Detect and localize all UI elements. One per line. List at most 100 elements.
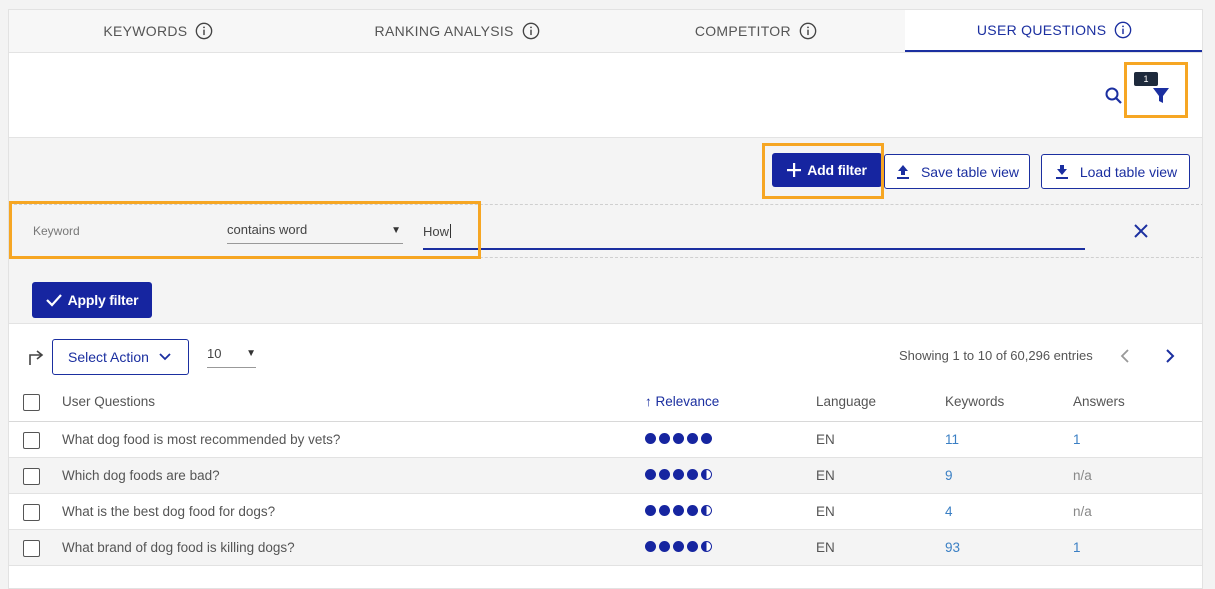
relevance-dot-full: [687, 541, 698, 552]
header-user-questions[interactable]: User Questions: [62, 394, 155, 409]
relevance-dot-full: [687, 433, 698, 444]
table-row: What brand of dog food is killing dogs? E…: [9, 530, 1202, 566]
relevance-dot-full: [659, 433, 670, 444]
close-icon[interactable]: [1133, 223, 1149, 239]
select-action-dropdown[interactable]: Select Action: [52, 339, 189, 375]
keywords-count-link[interactable]: 9: [945, 468, 953, 483]
table-row: What dog food is most recommended by vet…: [9, 422, 1202, 458]
answers-count-link[interactable]: 1: [1073, 540, 1081, 555]
chevron-down-icon: [159, 353, 171, 361]
page-size-select[interactable]: 10 ▼: [207, 346, 256, 368]
info-icon[interactable]: [522, 22, 540, 40]
table-header-row: User Questions ↑ Relevance Language Keyw…: [9, 384, 1202, 422]
row-checkbox[interactable]: [23, 468, 40, 485]
relevance-dot-full: [659, 541, 670, 552]
filter-row-highlight: [9, 201, 481, 259]
table-row: Which dog foods are bad? EN 9 n/a: [9, 458, 1202, 494]
relevance-rating: [645, 469, 712, 480]
redo-arrow-icon[interactable]: [27, 348, 45, 366]
save-table-view-button[interactable]: Save table view: [884, 154, 1030, 189]
chevron-right-icon[interactable]: [1161, 347, 1179, 365]
relevance-dot-full: [659, 469, 670, 480]
header-language[interactable]: Language: [816, 394, 876, 409]
keywords-count-link[interactable]: 11: [945, 432, 959, 447]
relevance-dot-full: [673, 541, 684, 552]
info-icon[interactable]: [799, 22, 817, 40]
page-size-value: 10: [207, 346, 222, 361]
download-icon: [1055, 164, 1068, 179]
upload-icon: [896, 164, 909, 179]
load-table-view-button[interactable]: Load table view: [1041, 154, 1190, 189]
relevance-dot-full: [673, 505, 684, 516]
check-icon: [45, 294, 62, 307]
language-cell: EN: [816, 504, 835, 519]
showing-entries-text: Showing 1 to 10 of 60,296 entries: [899, 348, 1093, 363]
tab-keywords[interactable]: KEYWORDS: [9, 10, 308, 52]
question-text: What is the best dog food for dogs?: [62, 504, 276, 519]
info-icon[interactable]: [1114, 21, 1132, 39]
row-checkbox[interactable]: [23, 504, 40, 521]
save-table-view-label: Save table view: [920, 163, 1020, 180]
add-filter-highlight: [762, 143, 884, 199]
relevance-dot-full: [673, 433, 684, 444]
filter-row: Keyword contains word ▼ How: [9, 201, 1202, 259]
tab-bar: KEYWORDS RANKING ANALYSIS COMPETITOR USE…: [9, 10, 1202, 53]
relevance-rating: [645, 505, 712, 516]
filter-value-input[interactable]: How: [423, 214, 1085, 250]
relevance-dot-full: [687, 469, 698, 480]
filter-panel: Add filter Save table view Load table vi…: [9, 137, 1202, 324]
tab-user-questions-label: USER QUESTIONS: [976, 22, 1107, 38]
header-answers[interactable]: Answers: [1073, 394, 1125, 409]
relevance-dot-half: [701, 541, 712, 552]
tool-row: 1: [9, 53, 1202, 137]
relevance-rating: [645, 541, 712, 552]
relevance-dot-full: [645, 505, 656, 516]
filter-highlight: [1124, 62, 1188, 118]
select-all-checkbox[interactable]: [23, 394, 40, 411]
sort-arrow-up-icon: ↑: [645, 394, 652, 409]
language-cell: EN: [816, 468, 835, 483]
tab-competitor-label: COMPETITOR: [694, 23, 791, 39]
tab-ranking-analysis-label: RANKING ANALYSIS: [374, 23, 514, 39]
load-table-view-label: Load table view: [1079, 163, 1178, 180]
tab-user-questions[interactable]: USER QUESTIONS: [905, 10, 1202, 52]
info-icon[interactable]: [195, 22, 213, 40]
answers-cell: n/a: [1073, 468, 1092, 483]
table-row: What is the best dog food for dogs? EN 4 n/…: [9, 494, 1202, 530]
question-text: Which dog foods are bad?: [62, 468, 220, 483]
question-text: What brand of dog food is killing dogs?: [62, 540, 295, 555]
table-body: What dog food is most recommended by vet…: [9, 422, 1202, 566]
caret-down-icon: ▼: [246, 348, 256, 359]
relevance-rating: [645, 433, 712, 444]
relevance-dot-full: [645, 541, 656, 552]
question-text: What dog food is most recommended by vet…: [62, 432, 341, 447]
apply-filter-label: Apply filter: [67, 292, 139, 308]
language-cell: EN: [816, 540, 835, 555]
header-keywords[interactable]: Keywords: [945, 394, 1004, 409]
language-cell: EN: [816, 432, 835, 447]
row-checkbox[interactable]: [23, 540, 40, 557]
relevance-dot-full: [659, 505, 670, 516]
select-action-label: Select Action: [68, 349, 149, 365]
answers-cell: n/a: [1073, 504, 1092, 519]
tab-keywords-label: KEYWORDS: [103, 23, 188, 39]
row-checkbox[interactable]: [23, 432, 40, 449]
relevance-dot-full: [687, 505, 698, 516]
relevance-dot-half: [701, 469, 712, 480]
relevance-dot-full: [701, 433, 712, 444]
tab-competitor[interactable]: COMPETITOR: [607, 10, 906, 52]
tab-ranking-analysis[interactable]: RANKING ANALYSIS: [308, 10, 607, 52]
relevance-dot-full: [645, 433, 656, 444]
header-relevance[interactable]: ↑ Relevance: [645, 394, 719, 409]
questions-table: User Questions ↑ Relevance Language Keyw…: [9, 384, 1202, 566]
apply-filter-button[interactable]: Apply filter: [32, 282, 152, 318]
keywords-count-link[interactable]: 4: [945, 504, 953, 519]
answers-count-link[interactable]: 1: [1073, 432, 1081, 447]
chevron-left-icon[interactable]: [1117, 347, 1135, 365]
header-relevance-label: Relevance: [655, 394, 720, 409]
relevance-dot-full: [645, 469, 656, 480]
search-icon[interactable]: [1104, 86, 1124, 106]
relevance-dot-full: [673, 469, 684, 480]
relevance-dot-half: [701, 505, 712, 516]
keywords-count-link[interactable]: 93: [945, 540, 960, 555]
